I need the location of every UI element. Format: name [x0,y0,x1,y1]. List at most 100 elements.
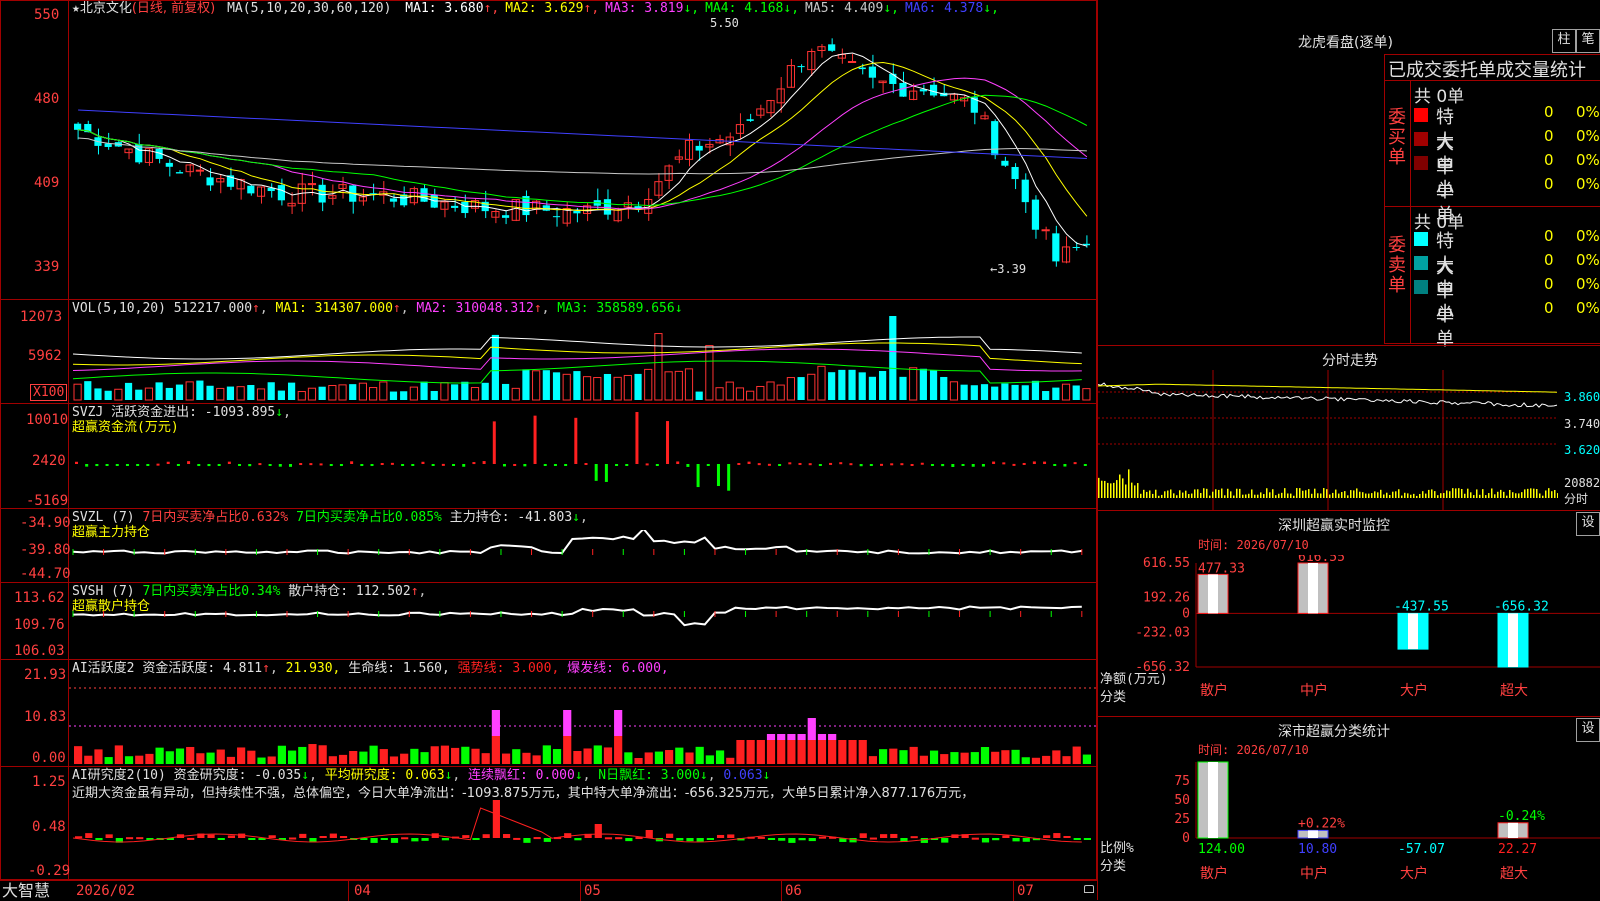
fund-flow-bar [350,461,354,464]
buy-side-label: 委买单 [1388,107,1406,168]
candlestick-chart[interactable] [69,16,1096,298]
fund-flow-bar [502,464,506,467]
volume-bar [960,384,968,400]
favorite-star-icon[interactable]: ★ [72,1,80,16]
monitor-bar-chart[interactable]: 616.55 192.260 -232.03 -656.32 净额(万元) 分类 477.3… [1098,555,1600,715]
volume-bars[interactable] [69,316,1096,402]
price-axis-label: 550 [34,7,60,23]
intraday-vol-label: 20882 [1564,476,1600,490]
intraday-volume-bar [1206,488,1208,498]
fund-flow-bar [849,463,853,466]
period-label[interactable]: (日线, 前复权) [132,1,215,16]
bar-view-button[interactable]: 柱 [1552,29,1576,53]
svsh-axis-label: 113.62 [14,590,65,606]
intraday-axis-label: 3.740 [1564,417,1600,431]
candles [74,38,1090,267]
intraday-volume-bar [1302,490,1304,498]
ai-active-bars[interactable] [69,674,1096,766]
intraday-chart[interactable] [1098,370,1558,510]
volume-bar [879,370,887,400]
candle-body [695,145,703,151]
activity-bar [471,748,480,764]
activity-bar [929,750,939,764]
research-bar [981,838,990,843]
vol-ma2-arrow-icon: ↑ [533,301,542,316]
intraday-volume-bar [1485,495,1487,498]
svsh-line[interactable] [69,598,1096,658]
research-bar [329,833,337,838]
intraday-volume-bar [1548,488,1550,498]
fund-flow-bar [329,464,333,466]
monitor-title: 深圳超赢实时监控 [1278,518,1390,534]
vol-title: VOL(5,10,20) [72,301,166,316]
research-bar [288,837,297,840]
classify-title: 深市超赢分类统计 [1278,724,1390,740]
activity-bar [74,746,83,764]
intraday-volume-bar [1329,494,1331,498]
classify-category-label: 大户 [1400,865,1428,882]
volume-bar [318,386,326,400]
candle-body [277,185,285,201]
intraday-volume-bar [1452,488,1454,498]
fund-flow-bar [981,464,985,467]
research-bar [339,836,348,839]
intraday-volume-bar [1140,493,1142,498]
tick-view-button[interactable]: 笔 [1576,29,1600,53]
research-bar [818,836,827,839]
volume-bar [481,382,489,400]
intraday-volume-bar [1212,491,1214,498]
intraday-volume-bar [1365,493,1367,498]
monitor-settings-button[interactable]: 设 [1576,512,1600,536]
activity-bar [349,750,358,764]
activity-bar [1072,746,1081,764]
ai-research-arrow2-icon: ↓ [444,768,453,783]
activity-bar-top [817,734,827,740]
order-color-swatch [1414,132,1428,146]
fund-flow-bar [686,464,690,467]
svzl-axis-label: -39.80 [20,542,71,558]
activity-bar [308,744,317,764]
order-row-value: 0 [1544,127,1554,145]
classify-bar-chart[interactable]: 75 50 25 0 比例% 分类 124.00 散户 +0.22% 10.80 中户 -57.07 大… [1098,760,1600,900]
research-bar [401,837,409,840]
candle-body [991,121,999,156]
order-row-value: 0 [1544,151,1554,169]
vol-ma3-arrow-icon: ↓ [674,301,683,316]
activity-bar [410,748,419,764]
volume-bar [756,385,765,401]
intraday-volume-bar [1164,491,1166,498]
fund-flow-bar [309,463,313,466]
date-axis: 大智慧 2026/02 04 05 06 07 [0,880,1097,901]
activity-bar [879,749,888,764]
volume-bar [664,371,673,401]
classify-value-label: 124.00 [1198,842,1245,857]
activity-bar [736,740,745,764]
classify-bar-highlight [1508,822,1518,838]
research-bar [757,836,765,839]
intraday-volume-bar [1146,491,1148,498]
intraday-volume-bar [1494,494,1496,498]
ai-research-comment: 近期大资金虽有异动，但持续性不强，总体偏空，今日大单净流出：-1093.875万… [72,786,975,801]
monitor-category-label: 大户 [1400,682,1428,699]
volume-bar [838,369,846,400]
classify-settings-button[interactable]: 设 [1576,718,1600,742]
svzj-bars[interactable] [69,412,1096,508]
activity-bar [970,752,979,764]
activity-bar [726,757,735,764]
activity-bar-top [787,734,796,740]
ai-research-bars[interactable] [69,800,1096,879]
volume-bar [216,387,225,401]
research-bar [920,838,928,843]
activity-bar [94,749,103,764]
activity-bar [216,749,225,764]
intraday-volume-bar [1215,489,1217,498]
activity-bar [705,755,714,764]
lock-icon[interactable] [1084,885,1094,893]
candle-body [858,67,866,70]
activity-bar [889,748,898,764]
svzl-line[interactable] [69,530,1096,582]
candle-body [847,61,857,64]
classify-bar-highlight [1208,762,1218,838]
classify-value-label: -57.07 [1398,842,1445,857]
research-bar [248,838,256,840]
